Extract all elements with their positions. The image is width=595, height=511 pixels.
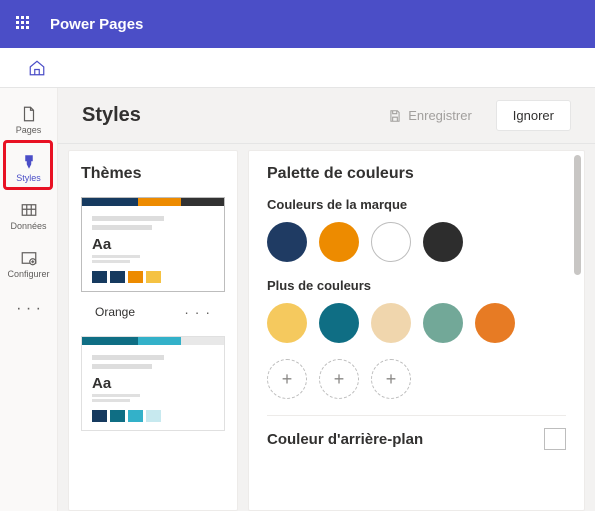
more-color-swatch[interactable] xyxy=(319,303,359,343)
page-icon xyxy=(20,105,38,123)
divider xyxy=(267,415,566,416)
ignore-button[interactable]: Ignorer xyxy=(496,100,571,131)
brand-color-swatch[interactable] xyxy=(423,222,463,262)
configure-icon xyxy=(20,249,38,267)
background-color-label: Couleur d'arrière-plan xyxy=(267,431,423,448)
app-header: Power Pages xyxy=(0,0,595,48)
theme-menu-icon[interactable]: · · · xyxy=(184,304,211,320)
add-color-button[interactable]: + xyxy=(319,359,359,399)
nav-more[interactable]: · · · xyxy=(0,288,57,330)
brush-icon xyxy=(20,153,38,171)
scrollbar-thumb[interactable] xyxy=(574,155,581,275)
background-color-swatch[interactable] xyxy=(544,428,566,450)
theme-card[interactable]: Aa xyxy=(81,336,225,431)
left-nav: Pages Styles Données Configurer · · · xyxy=(0,88,58,511)
add-color-button[interactable]: + xyxy=(371,359,411,399)
more-color-swatch[interactable] xyxy=(371,303,411,343)
brand-color-swatch[interactable] xyxy=(371,222,411,262)
breadcrumb-bar xyxy=(0,48,595,88)
page-title: Styles xyxy=(82,104,364,127)
grid-icon xyxy=(20,201,38,219)
nav-styles[interactable]: Styles xyxy=(0,144,57,192)
brand-colors-label: Couleurs de la marque xyxy=(267,197,566,212)
palette-panel: Palette de couleurs Couleurs de la marqu… xyxy=(248,150,585,511)
more-color-swatch[interactable] xyxy=(423,303,463,343)
save-button[interactable]: Enregistrer xyxy=(372,101,488,130)
add-color-button[interactable]: + xyxy=(267,359,307,399)
nav-pages[interactable]: Pages xyxy=(0,96,57,144)
more-colors-label: Plus de couleurs xyxy=(267,278,566,293)
brand-color-swatch[interactable] xyxy=(267,222,307,262)
app-brand: Power Pages xyxy=(50,16,143,33)
toolbar: Styles Enregistrer Ignorer xyxy=(58,88,595,144)
theme-card[interactable]: Aa xyxy=(81,197,225,292)
nav-configure[interactable]: Configurer xyxy=(0,240,57,288)
themes-heading: Thèmes xyxy=(81,165,225,183)
more-color-swatch[interactable] xyxy=(267,303,307,343)
more-color-swatch[interactable] xyxy=(475,303,515,343)
save-icon xyxy=(388,109,402,123)
app-launcher-icon[interactable] xyxy=(16,16,32,32)
palette-heading: Palette de couleurs xyxy=(267,165,566,183)
theme-name: Orange xyxy=(95,305,135,319)
themes-panel: Thèmes Aa Orange · · · Aa xyxy=(68,150,238,511)
nav-data[interactable]: Données xyxy=(0,192,57,240)
brand-color-swatch[interactable] xyxy=(319,222,359,262)
home-icon[interactable] xyxy=(28,59,46,77)
